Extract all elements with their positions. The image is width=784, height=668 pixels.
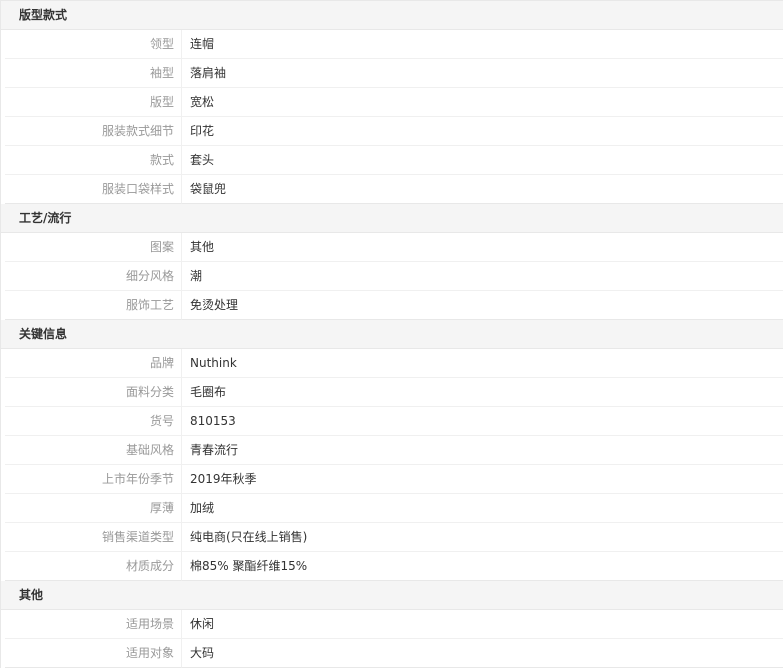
spec-section-style: 版型款式 领型 连帽 袖型 落肩袖 版型 宽松 服装款式细节 印花 款式 套头 … [1, 1, 783, 204]
spec-value: 宽松 [182, 88, 783, 117]
spec-key: 款式 [5, 146, 182, 175]
spec-key: 服装口袋样式 [5, 175, 182, 204]
section-title: 其他 [1, 581, 783, 610]
spec-row: 袖型 落肩袖 [1, 59, 783, 88]
section-title: 关键信息 [1, 320, 783, 349]
spec-key: 基础风格 [5, 436, 182, 465]
spec-row: 适用对象 大码 [1, 639, 783, 668]
spec-key: 面料分类 [5, 378, 182, 407]
spec-row: 上市年份季节 2019年秋季 [1, 465, 783, 494]
spec-row: 厚薄 加绒 [1, 494, 783, 523]
spec-row: 货号 810153 [1, 407, 783, 436]
spec-key: 服装款式细节 [5, 117, 182, 146]
spec-value: 加绒 [182, 494, 783, 523]
spec-value: 810153 [182, 407, 783, 436]
spec-value: 青春流行 [182, 436, 783, 465]
spec-value: 纯电商(只在线上销售) [182, 523, 783, 552]
spec-key: 厚薄 [5, 494, 182, 523]
spec-row: 基础风格 青春流行 [1, 436, 783, 465]
spec-value: 套头 [182, 146, 783, 175]
spec-key: 货号 [5, 407, 182, 436]
spec-value: 落肩袖 [182, 59, 783, 88]
spec-section-craft: 工艺/流行 图案 其他 细分风格 潮 服饰工艺 免烫处理 [1, 204, 783, 320]
spec-row: 适用场景 休闲 [1, 610, 783, 639]
spec-row: 版型 宽松 [1, 88, 783, 117]
spec-key: 细分风格 [5, 262, 182, 291]
spec-value: 棉85% 聚酯纤维15% [182, 552, 783, 581]
spec-value: 其他 [182, 233, 783, 262]
spec-key: 版型 [5, 88, 182, 117]
spec-key: 销售渠道类型 [5, 523, 182, 552]
spec-key: 上市年份季节 [5, 465, 182, 494]
spec-value: 印花 [182, 117, 783, 146]
spec-key: 服饰工艺 [5, 291, 182, 320]
spec-value: 免烫处理 [182, 291, 783, 320]
spec-row: 领型 连帽 [1, 30, 783, 59]
spec-value: 连帽 [182, 30, 783, 59]
spec-key: 图案 [5, 233, 182, 262]
spec-row: 品牌 Nuthink [1, 349, 783, 378]
spec-value: 袋鼠兜 [182, 175, 783, 204]
spec-value: 潮 [182, 262, 783, 291]
spec-value: 休闲 [182, 610, 783, 639]
spec-key: 材质成分 [5, 552, 182, 581]
spec-row: 销售渠道类型 纯电商(只在线上销售) [1, 523, 783, 552]
section-title: 版型款式 [1, 1, 783, 30]
spec-value: Nuthink [182, 349, 783, 378]
spec-row: 面料分类 毛圈布 [1, 378, 783, 407]
spec-key: 适用对象 [5, 639, 182, 668]
spec-key: 品牌 [5, 349, 182, 378]
spec-row: 服饰工艺 免烫处理 [1, 291, 783, 320]
section-title: 工艺/流行 [1, 204, 783, 233]
spec-row: 图案 其他 [1, 233, 783, 262]
spec-value: 毛圈布 [182, 378, 783, 407]
spec-key: 领型 [5, 30, 182, 59]
spec-key: 适用场景 [5, 610, 182, 639]
spec-section-key-info: 关键信息 品牌 Nuthink 面料分类 毛圈布 货号 810153 基础风格 … [1, 320, 783, 581]
product-spec-table: 版型款式 领型 连帽 袖型 落肩袖 版型 宽松 服装款式细节 印花 款式 套头 … [0, 0, 783, 668]
spec-value: 大码 [182, 639, 783, 668]
spec-row: 细分风格 潮 [1, 262, 783, 291]
spec-value: 2019年秋季 [182, 465, 783, 494]
spec-row: 服装口袋样式 袋鼠兜 [1, 175, 783, 204]
spec-key: 袖型 [5, 59, 182, 88]
spec-row: 款式 套头 [1, 146, 783, 175]
spec-section-other: 其他 适用场景 休闲 适用对象 大码 [1, 581, 783, 668]
spec-row: 服装款式细节 印花 [1, 117, 783, 146]
spec-row: 材质成分 棉85% 聚酯纤维15% [1, 552, 783, 581]
